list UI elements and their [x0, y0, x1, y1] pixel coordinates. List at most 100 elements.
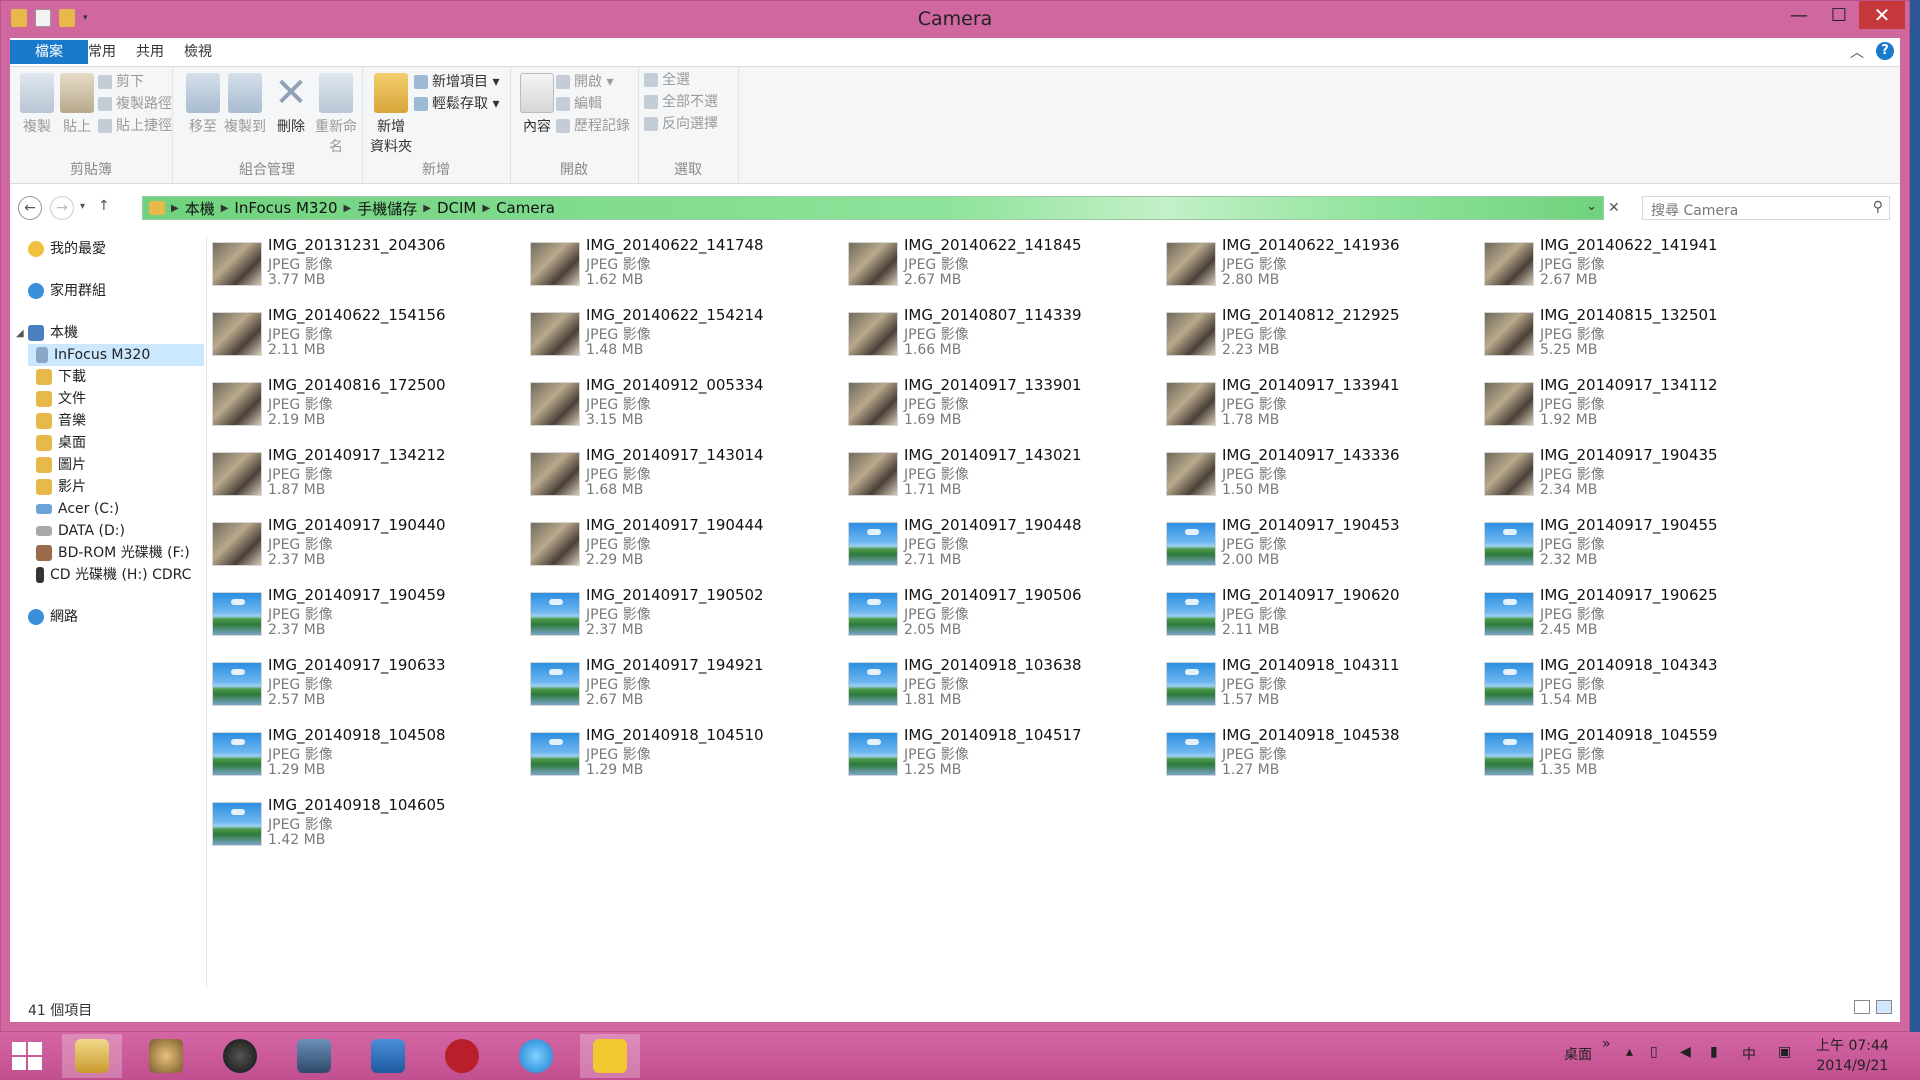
file-tile[interactable]: IMG_20131231_204306 JPEG 影像 3.77 MB	[212, 236, 512, 292]
file-tile[interactable]: IMG_20140917_190502 JPEG 影像 2.37 MB	[530, 586, 830, 642]
taskbar-app-quickview[interactable]	[580, 1034, 640, 1078]
tab-view[interactable]: 檢視	[172, 40, 224, 64]
delete-button[interactable]: ✕ 刪除	[268, 73, 314, 136]
file-tile[interactable]: IMG_20140812_212925 JPEG 影像 2.23 MB	[1166, 306, 1466, 362]
sidebar-item-drive-c[interactable]: Acer (C:)	[36, 498, 119, 520]
close-button[interactable]: ✕	[1859, 1, 1905, 29]
sidebar-item-favorites[interactable]: 我的最愛	[28, 238, 106, 260]
search-input[interactable]: 搜尋 Camera ⚲	[1642, 196, 1890, 220]
sidebar-item-network[interactable]: 網路	[28, 606, 78, 628]
file-tile[interactable]: IMG_20140917_190620 JPEG 影像 2.11 MB	[1166, 586, 1466, 642]
sidebar-item-this-pc[interactable]: 本機	[28, 322, 78, 344]
file-tile[interactable]: IMG_20140917_190448 JPEG 影像 2.71 MB	[848, 516, 1148, 572]
sidebar-item-videos[interactable]: 影片	[36, 476, 86, 498]
taskbar-app-disc[interactable]	[284, 1034, 344, 1078]
easy-access-button[interactable]: 輕鬆存取 ▾	[414, 93, 499, 115]
sidebar-item-drive-h[interactable]: CD 光碟機 (H:) CDRC	[36, 564, 206, 586]
file-tile[interactable]: IMG_20140622_141936 JPEG 影像 2.80 MB	[1166, 236, 1466, 292]
sidebar-item-pictures[interactable]: 圖片	[36, 454, 86, 476]
expander-icon[interactable]: ◢	[16, 328, 24, 339]
minimize-button[interactable]: —	[1779, 1, 1819, 29]
recent-locations-icon[interactable]: ▾	[80, 201, 85, 212]
open-button[interactable]: 開啟 ▾	[556, 71, 613, 93]
taskbar-app-settings[interactable]	[358, 1034, 418, 1078]
file-tile[interactable]: IMG_20140917_143336 JPEG 影像 1.50 MB	[1166, 446, 1466, 502]
file-tile[interactable]: IMG_20140917_143021 JPEG 影像 1.71 MB	[848, 446, 1148, 502]
invert-selection-button[interactable]: 反向選擇	[644, 113, 718, 135]
select-all-button[interactable]: 全選	[644, 69, 690, 91]
title-bar[interactable]: ▾ Camera — ☐ ✕	[1, 1, 1909, 37]
tab-home[interactable]: 常用	[76, 40, 128, 64]
file-tile[interactable]: IMG_20140917_190435 JPEG 影像 2.34 MB	[1484, 446, 1784, 502]
file-tile[interactable]: IMG_20140917_190459 JPEG 影像 2.37 MB	[212, 586, 512, 642]
chevron-down-icon[interactable]: ⌄	[1586, 199, 1597, 214]
file-tile[interactable]: IMG_20140917_133941 JPEG 影像 1.78 MB	[1166, 376, 1466, 432]
file-tile[interactable]: IMG_20140622_141845 JPEG 影像 2.67 MB	[848, 236, 1148, 292]
search-icon[interactable]: ⚲	[1873, 199, 1883, 215]
file-tile[interactable]: IMG_20140816_172500 JPEG 影像 2.19 MB	[212, 376, 512, 432]
sidebar-item-drive-d[interactable]: DATA (D:)	[36, 520, 125, 542]
help-button[interactable]: ?	[1876, 42, 1894, 60]
taskbar-app-power[interactable]	[432, 1034, 492, 1078]
file-tile[interactable]: IMG_20140918_104510 JPEG 影像 1.29 MB	[530, 726, 830, 782]
chevron-up-icon[interactable]: ▴	[1626, 1044, 1633, 1060]
paste-button[interactable]: 貼上	[54, 73, 100, 136]
sidebar-item-music[interactable]: 音樂	[36, 410, 86, 432]
rename-button[interactable]: 重新命名	[310, 73, 362, 156]
taskbar-app-ie[interactable]	[506, 1034, 566, 1078]
forward-button[interactable]: →	[50, 196, 74, 220]
file-tile[interactable]: IMG_20140917_190440 JPEG 影像 2.37 MB	[212, 516, 512, 572]
breadcrumb-camera[interactable]: Camera	[496, 199, 555, 217]
file-tile[interactable]: IMG_20140917_143014 JPEG 影像 1.68 MB	[530, 446, 830, 502]
sidebar-item-downloads[interactable]: 下載	[36, 366, 86, 388]
file-tile[interactable]: IMG_20140815_132501 JPEG 影像 5.25 MB	[1484, 306, 1784, 362]
move-to-button[interactable]: 移至	[180, 73, 226, 136]
tray-desktop-toolbar[interactable]: 桌面	[1564, 1044, 1592, 1064]
paste-shortcut-button[interactable]: 貼上捷徑	[98, 115, 172, 137]
file-tile[interactable]: IMG_20140918_104343 JPEG 影像 1.54 MB	[1484, 656, 1784, 712]
file-tile[interactable]: IMG_20140917_190625 JPEG 影像 2.45 MB	[1484, 586, 1784, 642]
system-clock[interactable]: 上午 07:44 2014/9/21	[1816, 1036, 1889, 1076]
signal-icon[interactable]: ▮	[1710, 1044, 1718, 1060]
file-tile[interactable]: IMG_20140622_141748 JPEG 影像 1.62 MB	[530, 236, 830, 292]
cut-button[interactable]: 剪下	[98, 71, 144, 93]
file-tile[interactable]: IMG_20140918_104538 JPEG 影像 1.27 MB	[1166, 726, 1466, 782]
properties-button[interactable]: 內容	[514, 73, 560, 136]
sidebar-item-device[interactable]: InFocus M320	[28, 344, 204, 366]
action-center-icon[interactable]: ▣	[1778, 1044, 1791, 1060]
file-tile[interactable]: IMG_20140918_104605 JPEG 影像 1.42 MB	[212, 796, 512, 852]
new-folder-button[interactable]: 新增 資料夾	[368, 73, 414, 156]
sidebar-item-documents[interactable]: 文件	[36, 388, 86, 410]
file-tile[interactable]: IMG_20140917_134212 JPEG 影像 1.87 MB	[212, 446, 512, 502]
file-tile[interactable]: IMG_20140918_104559 JPEG 影像 1.35 MB	[1484, 726, 1784, 782]
file-tile[interactable]: IMG_20140918_103638 JPEG 影像 1.81 MB	[848, 656, 1148, 712]
select-none-button[interactable]: 全部不選	[644, 91, 718, 113]
file-tile[interactable]: IMG_20140807_114339 JPEG 影像 1.66 MB	[848, 306, 1148, 362]
details-view-icon[interactable]	[1854, 1000, 1870, 1014]
sidebar-item-drive-f[interactable]: BD-ROM 光碟機 (F:)	[36, 542, 190, 564]
file-tile[interactable]: IMG_20140917_190453 JPEG 影像 2.00 MB	[1166, 516, 1466, 572]
collapse-ribbon-icon[interactable]: ︿	[1850, 42, 1864, 62]
address-bar[interactable]: ▶ 本機 ▶ InFocus M320 ▶ 手機儲存 ▶ DCIM ▶ Came…	[142, 196, 1604, 220]
file-tile[interactable]: IMG_20140918_104311 JPEG 影像 1.57 MB	[1166, 656, 1466, 712]
file-tile[interactable]: IMG_20140622_154214 JPEG 影像 1.48 MB	[530, 306, 830, 362]
taskbar-explorer[interactable]	[62, 1034, 122, 1078]
breadcrumb-dcim[interactable]: DCIM	[437, 199, 476, 217]
back-button[interactable]: ←	[18, 196, 42, 220]
history-button[interactable]: 歷程記錄	[556, 115, 630, 137]
file-tile[interactable]: IMG_20140917_134112 JPEG 影像 1.92 MB	[1484, 376, 1784, 432]
file-tile[interactable]: IMG_20140917_133901 JPEG 影像 1.69 MB	[848, 376, 1148, 432]
taskbar-app-camera[interactable]	[136, 1034, 196, 1078]
file-tile[interactable]: IMG_20140622_141941 JPEG 影像 2.67 MB	[1484, 236, 1784, 292]
file-tile[interactable]: IMG_20140917_190444 JPEG 影像 2.29 MB	[530, 516, 830, 572]
file-tile[interactable]: IMG_20140917_190633 JPEG 影像 2.57 MB	[212, 656, 512, 712]
file-tile[interactable]: IMG_20140622_154156 JPEG 影像 2.11 MB	[212, 306, 512, 362]
tiles-view-icon[interactable]	[1876, 1000, 1892, 1014]
file-tile[interactable]: IMG_20140917_190455 JPEG 影像 2.32 MB	[1484, 516, 1784, 572]
breadcrumb-this-pc[interactable]: 本機	[185, 198, 215, 219]
close-icon[interactable]: ✕	[1608, 200, 1620, 216]
power-status-icon[interactable]: ▯	[1650, 1044, 1658, 1060]
start-button[interactable]	[12, 1042, 42, 1070]
tab-share[interactable]: 共用	[124, 40, 176, 64]
tray-chevron-icon[interactable]: »	[1602, 1036, 1611, 1052]
